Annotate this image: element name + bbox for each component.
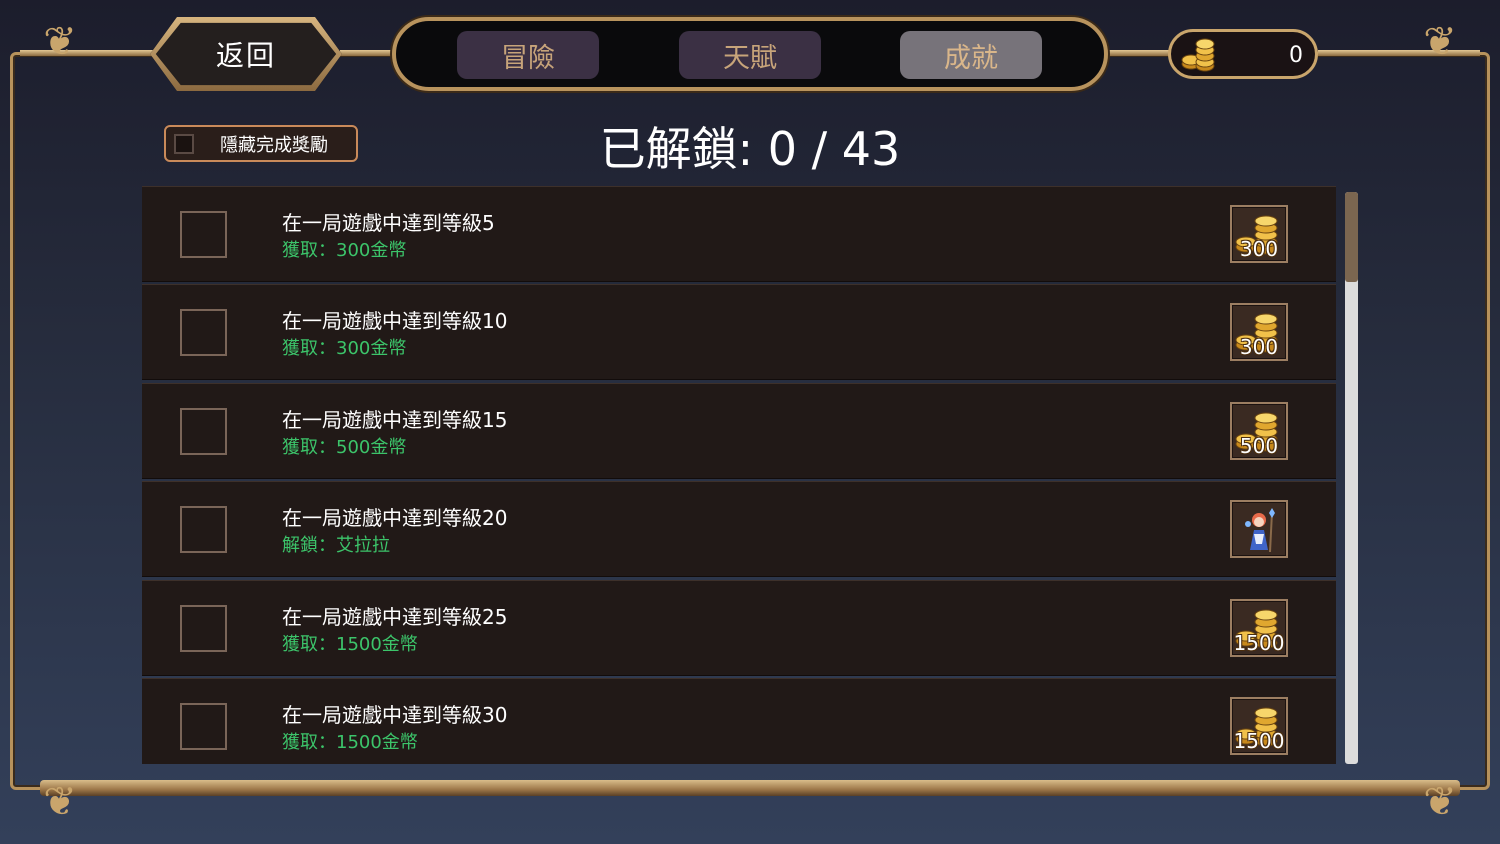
reward-amount: 300 xyxy=(1239,237,1279,261)
corner-ornament-icon: ❦ xyxy=(1423,779,1457,825)
frame-bottom-bar xyxy=(40,780,1460,796)
achievement-title: 在一局遊戲中達到等級25 xyxy=(282,605,508,629)
achievement-row[interactable]: 在一局遊戲中達到等級20 解鎖：艾拉拉 xyxy=(142,481,1336,577)
achievement-checkbox xyxy=(180,408,227,455)
unlock-summary-label: 已解鎖: 0 / 43 xyxy=(599,122,901,176)
character-portrait-icon xyxy=(1245,508,1275,553)
reward-amount: 500 xyxy=(1239,434,1279,458)
corner-ornament-icon: ❦ xyxy=(43,19,77,65)
achievement-title: 在一局遊戲中達到等級5 xyxy=(282,211,495,235)
achievement-row[interactable]: 在一局遊戲中達到等級30 獲取：1500金幣 1500 xyxy=(142,678,1336,764)
frame-top-rail-mid-right xyxy=(1104,50,1170,56)
achievement-checkbox xyxy=(180,309,227,356)
tab-talents[interactable]: 天賦 xyxy=(679,31,821,79)
achievement-row[interactable]: 在一局遊戲中達到等級25 獲取：1500金幣 1500 xyxy=(142,580,1336,676)
reward-amount: 1500 xyxy=(1233,729,1285,753)
achievement-reward: 獲取：300金幣 xyxy=(282,338,407,359)
achievement-reward: 獲取：500金幣 xyxy=(282,437,407,458)
achievement-row[interactable]: 在一局遊戲中達到等級10 獲取：300金幣 300 xyxy=(142,284,1336,380)
reward-icon-slot: 300 xyxy=(1230,303,1288,361)
achievement-row[interactable]: 在一局遊戲中達到等級15 獲取：500金幣 500 xyxy=(142,383,1336,479)
corner-ornament-icon: ❦ xyxy=(1423,19,1457,65)
coin-count: 0 xyxy=(1289,43,1303,68)
achievement-list: 在一局遊戲中達到等級5 獲取：300金幣 300 在一局遊戲中達到等級10 獲取… xyxy=(142,186,1336,764)
back-button[interactable]: 返回 xyxy=(150,17,342,91)
unlock-summary: 已解鎖: 0 / 43 xyxy=(0,113,1500,179)
tab-adventure[interactable]: 冒險 xyxy=(457,31,599,79)
achievement-title: 在一局遊戲中達到等級15 xyxy=(282,408,508,432)
coin-counter: 0 xyxy=(1168,29,1318,79)
tab-achievements[interactable]: 成就 xyxy=(900,31,1042,79)
achievement-title: 在一局遊戲中達到等級30 xyxy=(282,703,508,727)
achievement-title: 在一局遊戲中達到等級20 xyxy=(282,506,508,530)
scrollbar-thumb[interactable] xyxy=(1345,192,1358,282)
achievement-reward: 獲取：1500金幣 xyxy=(282,634,418,655)
achievement-checkbox xyxy=(180,506,227,553)
reward-icon-slot: 1500 xyxy=(1230,697,1288,755)
reward-amount: 1500 xyxy=(1233,631,1285,655)
reward-icon-slot: 500 xyxy=(1230,402,1288,460)
back-button-label: 返回 xyxy=(215,39,276,72)
achievement-checkbox xyxy=(180,211,227,258)
achievement-reward: 獲取：1500金幣 xyxy=(282,732,418,753)
reward-icon-slot xyxy=(1230,500,1288,558)
corner-ornament-icon: ❦ xyxy=(43,779,77,825)
gold-coins-icon xyxy=(1181,38,1215,72)
achievement-reward: 解鎖：艾拉拉 xyxy=(282,535,390,556)
frame-top-rail-mid-left xyxy=(340,50,396,56)
reward-amount: 300 xyxy=(1239,335,1279,359)
achievement-row[interactable]: 在一局遊戲中達到等級5 獲取：300金幣 300 xyxy=(142,186,1336,282)
achievement-checkbox xyxy=(180,703,227,750)
reward-icon-slot: 1500 xyxy=(1230,599,1288,657)
reward-icon-slot: 300 xyxy=(1230,205,1288,263)
achievement-checkbox xyxy=(180,605,227,652)
achievement-title: 在一局遊戲中達到等級10 xyxy=(282,309,508,333)
achievement-reward: 獲取：300金幣 xyxy=(282,240,407,261)
scrollbar-track[interactable] xyxy=(1345,192,1358,764)
tab-bar: 冒險 天賦 成就 xyxy=(392,17,1108,91)
